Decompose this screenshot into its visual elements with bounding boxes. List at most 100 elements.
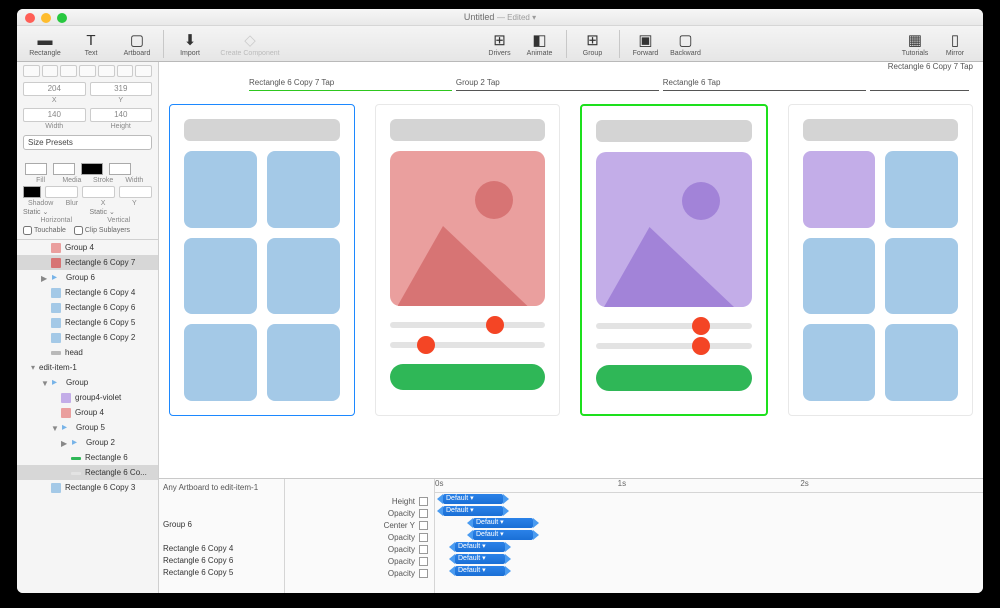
cta-button[interactable] bbox=[596, 365, 752, 391]
tutorials-button[interactable]: ▦Tutorials bbox=[895, 30, 935, 57]
keyframe-checkbox[interactable] bbox=[419, 497, 428, 506]
timeline-row[interactable]: Default ▾ bbox=[435, 517, 983, 529]
timeline-bar[interactable]: Default ▾ bbox=[455, 554, 505, 564]
timeline-bar[interactable]: Default ▾ bbox=[455, 566, 505, 576]
layer-item[interactable]: ▶▸Group 6 bbox=[17, 270, 158, 285]
timeline-bar[interactable]: Default ▾ bbox=[455, 542, 505, 552]
y-field[interactable]: 319 bbox=[90, 82, 153, 96]
artboard-3[interactable] bbox=[580, 104, 768, 416]
keyframe-checkbox[interactable] bbox=[419, 545, 428, 554]
import-button[interactable]: ⬇Import bbox=[170, 30, 210, 57]
artboard-2[interactable] bbox=[375, 104, 561, 416]
slider[interactable] bbox=[390, 342, 546, 348]
timeline-prop[interactable]: Center Y bbox=[285, 519, 434, 531]
main-area: 204X 319Y 140Width 140Height Size Preset… bbox=[17, 62, 983, 593]
slider-knob[interactable] bbox=[486, 316, 504, 334]
x-field[interactable]: 204 bbox=[23, 82, 86, 96]
keyframe-checkbox[interactable] bbox=[419, 521, 428, 530]
stroke-swatch[interactable] bbox=[81, 163, 103, 175]
layer-item[interactable]: ▼▸Group 5 bbox=[17, 420, 158, 435]
touchable-checkbox[interactable]: Touchable bbox=[23, 226, 66, 235]
clip-sublayers-checkbox[interactable]: Clip Sublayers bbox=[74, 226, 130, 235]
layer-label: Rectangle 6 bbox=[85, 453, 128, 462]
timeline-bar[interactable]: Default ▾ bbox=[473, 530, 533, 540]
canvas[interactable]: Rectangle 6 Copy 7 Tap Rectangle 6 Copy … bbox=[159, 62, 983, 479]
layer-item[interactable]: Rectangle 6 Copy 6 bbox=[17, 300, 158, 315]
timeline-prop[interactable]: Opacity bbox=[285, 543, 434, 555]
backward-button[interactable]: ▢Backward bbox=[666, 30, 706, 57]
mirror-button[interactable]: ▯Mirror bbox=[935, 30, 975, 57]
blur-field[interactable] bbox=[45, 186, 78, 198]
layer-item[interactable]: head bbox=[17, 345, 158, 360]
timeline-row[interactable]: Default ▾ bbox=[435, 553, 983, 565]
minimize-icon[interactable] bbox=[41, 13, 51, 23]
layer-item[interactable]: Rectangle 6 Copy 4 bbox=[17, 285, 158, 300]
slider[interactable] bbox=[596, 323, 752, 329]
sun-icon bbox=[475, 181, 513, 219]
timeline-row[interactable]: Default ▾ bbox=[435, 505, 983, 517]
artboard-button[interactable]: ▢Artboard bbox=[117, 30, 157, 57]
forward-button[interactable]: ▣Forward bbox=[626, 30, 666, 57]
layer-item[interactable]: Rectangle 6 Copy 7 bbox=[17, 255, 158, 270]
slider[interactable] bbox=[596, 343, 752, 349]
timeline-bar[interactable]: Default ▾ bbox=[473, 518, 533, 528]
layer-item[interactable]: Rectangle 6 Copy 3 bbox=[17, 480, 158, 495]
timeline-row[interactable]: Default ▾ bbox=[435, 529, 983, 541]
timeline-prop[interactable]: Height bbox=[285, 495, 434, 507]
layer-item[interactable]: Rectangle 6 Copy 2 bbox=[17, 330, 158, 345]
window-title[interactable]: Untitled — Edited ▾ bbox=[464, 12, 536, 22]
timeline-panel[interactable]: Any Artboard to edit-item-1 Group 6Recta… bbox=[159, 479, 983, 593]
layer-item[interactable]: Rectangle 6 bbox=[17, 450, 158, 465]
timeline-prop[interactable]: Opacity bbox=[285, 567, 434, 579]
timeline-prop[interactable]: Opacity bbox=[285, 531, 434, 543]
timeline-bar[interactable]: Default ▾ bbox=[443, 494, 503, 504]
fill-swatch[interactable] bbox=[25, 163, 47, 175]
rectangle-button[interactable]: ▬Rectangle bbox=[25, 30, 65, 57]
timeline-prop[interactable]: Opacity bbox=[285, 507, 434, 519]
layer-panel[interactable]: Group 4Rectangle 6 Copy 7▶▸Group 6Rectan… bbox=[17, 239, 158, 593]
keyframe-checkbox[interactable] bbox=[419, 533, 428, 542]
layer-item[interactable]: Group 4 bbox=[17, 240, 158, 255]
align-buttons[interactable] bbox=[17, 62, 158, 80]
dim-right-label: Rectangle 6 Copy 7 Tap bbox=[888, 62, 973, 71]
timeline-prop[interactable]: Opacity bbox=[285, 555, 434, 567]
layer-item[interactable]: ▶▸Group 2 bbox=[17, 435, 158, 450]
close-icon[interactable] bbox=[25, 13, 35, 23]
shadow-x-field[interactable] bbox=[82, 186, 115, 198]
artboard-1[interactable] bbox=[169, 104, 355, 416]
size-presets-select[interactable]: Size Presets bbox=[23, 135, 152, 150]
text-button[interactable]: TText bbox=[71, 30, 111, 57]
group-button[interactable]: ⊞Group bbox=[573, 30, 613, 57]
slider[interactable] bbox=[390, 322, 546, 328]
drivers-button[interactable]: ⊞Drivers bbox=[480, 30, 520, 57]
stroke-w-swatch[interactable] bbox=[109, 163, 131, 175]
animate-button[interactable]: ◧Animate bbox=[520, 30, 560, 57]
layer-item[interactable]: ▼▸Group bbox=[17, 375, 158, 390]
slider-knob[interactable] bbox=[692, 337, 710, 355]
zoom-icon[interactable] bbox=[57, 13, 67, 23]
layer-item[interactable]: ▾edit-item-1 bbox=[17, 360, 158, 375]
timeline-row[interactable]: Default ▾ bbox=[435, 541, 983, 553]
height-field[interactable]: 140 bbox=[90, 108, 153, 122]
keyframe-checkbox[interactable] bbox=[419, 509, 428, 518]
create-component-button[interactable]: ◇Create Component bbox=[210, 30, 290, 57]
cta-button[interactable] bbox=[390, 364, 546, 390]
slider-knob[interactable] bbox=[417, 336, 435, 354]
timeline-row[interactable]: Default ▾ bbox=[435, 565, 983, 577]
keyframe-checkbox[interactable] bbox=[419, 557, 428, 566]
keyframe-checkbox[interactable] bbox=[419, 569, 428, 578]
layer-item[interactable]: Rectangle 6 Co... bbox=[17, 465, 158, 480]
width-field[interactable]: 140 bbox=[23, 108, 86, 122]
media-swatch[interactable] bbox=[53, 163, 75, 175]
layer-item[interactable]: group4-violet bbox=[17, 390, 158, 405]
layer-icon bbox=[51, 483, 61, 493]
shadow-y-field[interactable] bbox=[119, 186, 152, 198]
shadow-swatch[interactable] bbox=[23, 186, 41, 198]
timeline-row[interactable]: Default ▾ bbox=[435, 493, 983, 505]
layer-item[interactable]: Group 4 bbox=[17, 405, 158, 420]
timeline-bar[interactable]: Default ▾ bbox=[443, 506, 503, 516]
artboard-4[interactable] bbox=[788, 104, 974, 416]
layer-item[interactable]: Rectangle 6 Copy 5 bbox=[17, 315, 158, 330]
slider-knob[interactable] bbox=[692, 317, 710, 335]
timeline-tracks[interactable]: 0s1s2s Default ▾Default ▾Default ▾Defaul… bbox=[435, 479, 983, 593]
